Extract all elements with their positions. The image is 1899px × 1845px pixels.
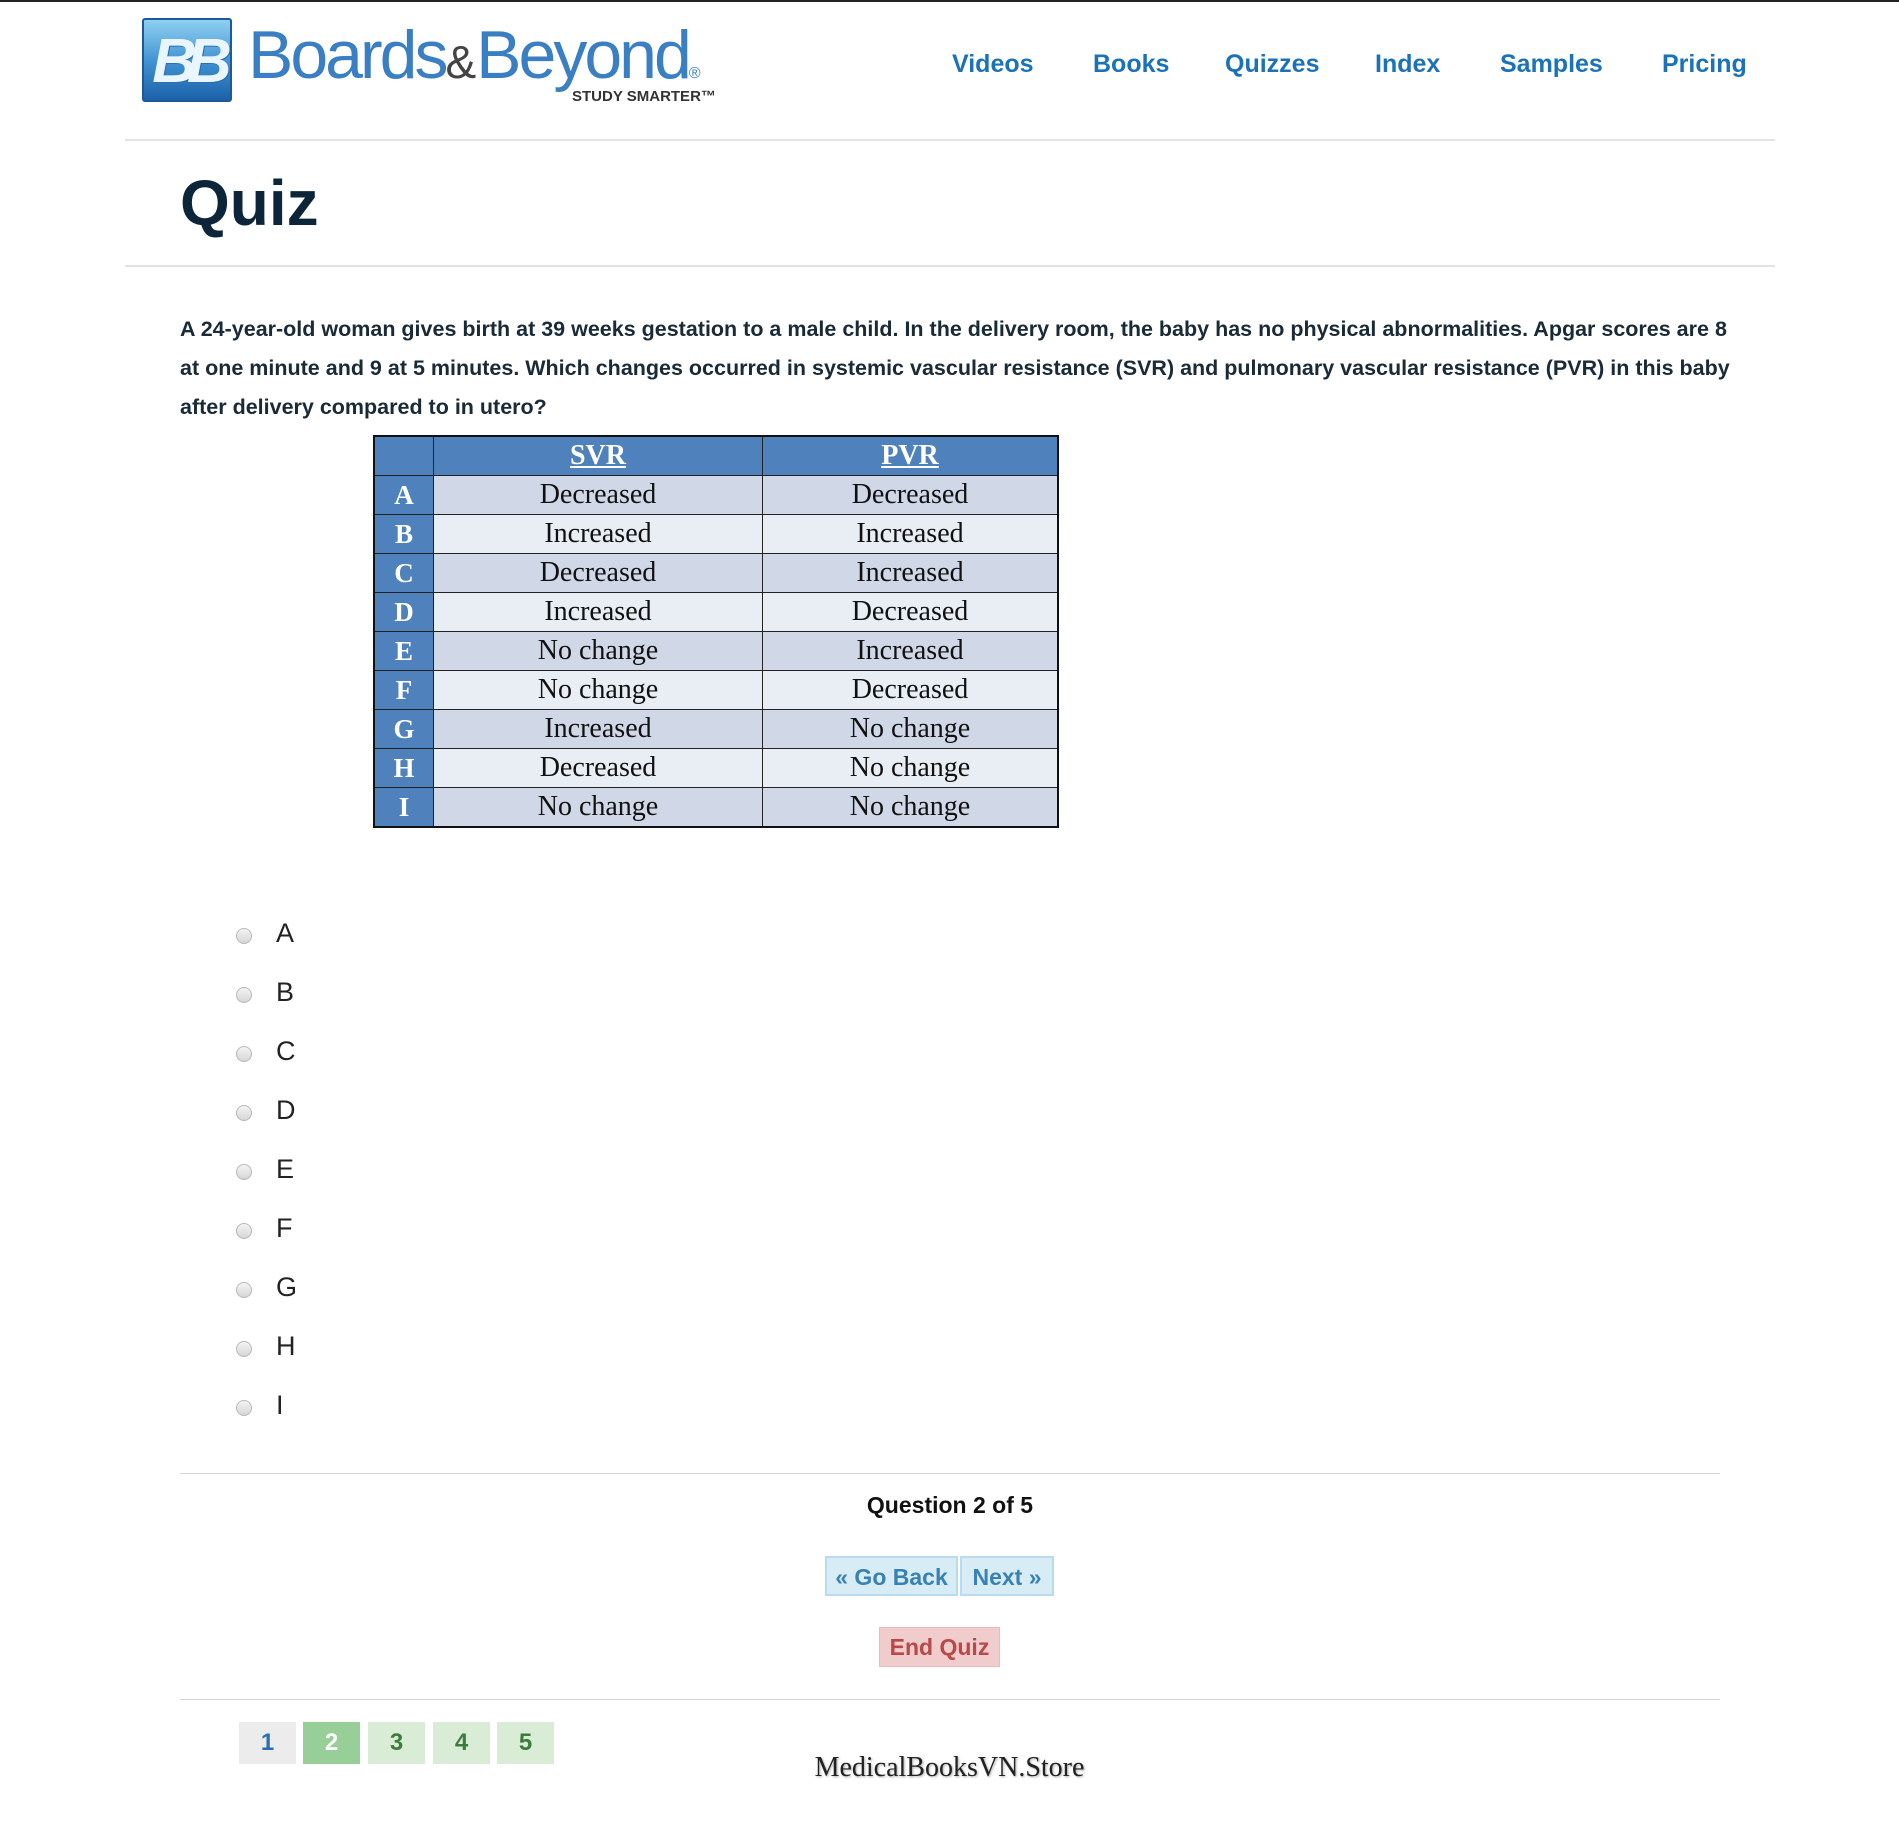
brand-registered: ® [688, 65, 701, 82]
option-label: D [276, 1095, 296, 1125]
pager-divider [180, 1699, 1720, 1700]
end-quiz-button[interactable]: End Quiz [879, 1627, 1000, 1667]
header-divider [125, 139, 1775, 141]
pvr-cell: Increased [762, 553, 1059, 593]
table-corner-cell [373, 435, 434, 476]
watermark-text: MedicalBooksVN.Store [814, 1752, 1085, 1783]
pvr-cell: No change [762, 787, 1059, 828]
answer-option-d[interactable]: D [236, 1089, 436, 1129]
radio-button[interactable] [236, 987, 252, 1003]
logo-mark: BB [152, 27, 232, 96]
site-logo[interactable]: BB Boards&Beyond® STUDY SMARTER™ [142, 16, 722, 108]
brand-name: Boards&Beyond® [248, 16, 701, 94]
brand-tagline: STUDY SMARTER™ [572, 88, 716, 105]
question-stem: A 24-year-old woman gives birth at 39 we… [180, 317, 1730, 419]
svr-cell: Increased [433, 592, 763, 632]
nav-quizzes[interactable]: Quizzes [1225, 50, 1319, 79]
pvr-cell: Decreased [762, 670, 1059, 710]
go-back-button[interactable]: « Go Back [825, 1556, 958, 1596]
table-row: E No change Increased [373, 631, 1059, 671]
nav-index[interactable]: Index [1375, 50, 1440, 79]
next-button[interactable]: Next » [960, 1556, 1054, 1596]
pvr-cell: Decreased [762, 592, 1059, 632]
option-label: E [276, 1154, 295, 1184]
radio-button[interactable] [236, 1105, 252, 1121]
pvr-cell: No change [762, 748, 1059, 788]
answer-option-h[interactable]: H [236, 1325, 436, 1365]
table-row: H Decreased No change [373, 748, 1059, 788]
option-label: B [276, 977, 295, 1007]
nav-pricing[interactable]: Pricing [1662, 50, 1747, 79]
row-key: A [373, 475, 434, 515]
svr-cell: Decreased [433, 475, 763, 515]
row-key: D [373, 592, 434, 632]
answer-option-b[interactable]: B [236, 971, 436, 1011]
table-row: D Increased Decreased [373, 592, 1059, 632]
row-key: I [373, 787, 434, 828]
option-label: G [276, 1272, 298, 1302]
table-row: A Decreased Decreased [373, 475, 1059, 515]
option-label: A [276, 918, 295, 948]
radio-button[interactable] [236, 1164, 252, 1180]
row-key: G [373, 709, 434, 749]
table-row: C Decreased Increased [373, 553, 1059, 593]
option-label: C [276, 1036, 296, 1066]
header-svr: SVR [433, 435, 763, 476]
options-divider [180, 1473, 1720, 1474]
radio-button[interactable] [236, 1341, 252, 1357]
svr-cell: Increased [433, 514, 763, 554]
pvr-cell: Increased [762, 514, 1059, 554]
answer-option-f[interactable]: F [236, 1207, 436, 1247]
row-key: F [373, 670, 434, 710]
radio-button[interactable] [236, 1400, 252, 1416]
svr-cell: Decreased [433, 748, 763, 788]
logo-badge-icon: BB [142, 18, 232, 102]
radio-button[interactable] [236, 1223, 252, 1239]
svr-cell: Decreased [433, 553, 763, 593]
header-pvr: PVR [762, 435, 1059, 476]
svr-cell: No change [433, 631, 763, 671]
answer-option-i[interactable]: I [236, 1384, 436, 1424]
site-header: BB Boards&Beyond® STUDY SMARTER™ Videos … [0, 0, 1899, 140]
option-label: H [276, 1331, 296, 1361]
brand-part2: Beyond [476, 17, 692, 93]
svr-cell: No change [433, 670, 763, 710]
row-key: E [373, 631, 434, 671]
row-key: B [373, 514, 434, 554]
nav-samples[interactable]: Samples [1500, 50, 1603, 79]
page-title: Quiz [180, 167, 319, 239]
brand-amp: & [445, 36, 477, 88]
row-key: H [373, 748, 434, 788]
question-counter: Question 2 of 5 [866, 1492, 1034, 1518]
radio-button[interactable] [236, 1046, 252, 1062]
pvr-cell: Increased [762, 631, 1059, 671]
radio-button[interactable] [236, 928, 252, 944]
radio-button[interactable] [236, 1282, 252, 1298]
svr-cell: No change [433, 787, 763, 828]
answer-option-c[interactable]: C [236, 1030, 436, 1070]
table-row: F No change Decreased [373, 670, 1059, 710]
nav-books[interactable]: Books [1093, 50, 1169, 79]
row-key: C [373, 553, 434, 593]
answer-choice-table: SVR PVR A Decreased Decreased B Increase… [373, 435, 1059, 828]
svr-cell: Increased [433, 709, 763, 749]
nav-videos[interactable]: Videos [952, 50, 1034, 79]
answer-option-e[interactable]: E [236, 1148, 436, 1188]
brand-part1: Boards [248, 17, 448, 93]
table-row: I No change No change [373, 787, 1059, 828]
table-row: G Increased No change [373, 709, 1059, 749]
option-label: I [276, 1390, 284, 1420]
table-header-row: SVR PVR [373, 435, 1059, 476]
table-row: B Increased Increased [373, 514, 1059, 554]
option-label: F [276, 1213, 293, 1243]
title-divider [125, 265, 1775, 267]
pvr-cell: Decreased [762, 475, 1059, 515]
pvr-cell: No change [762, 709, 1059, 749]
answer-option-a[interactable]: A [236, 912, 436, 952]
answer-option-g[interactable]: G [236, 1266, 436, 1306]
